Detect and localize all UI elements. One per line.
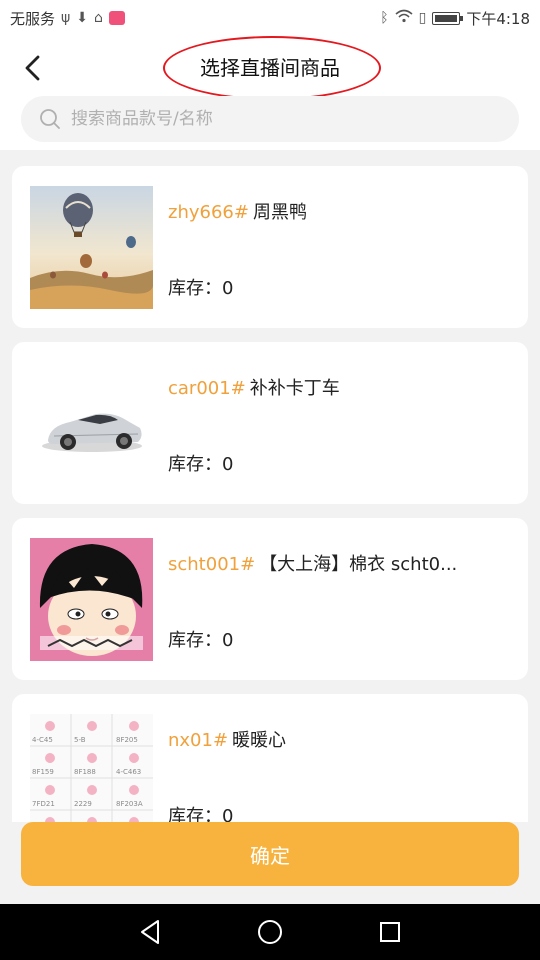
- bottom-spacer: [0, 888, 540, 904]
- product-title: 补补卡丁车: [249, 378, 340, 399]
- status-left: 无服务 ψ ⬇ ⌂: [10, 8, 125, 29]
- usb-icon: ψ: [61, 10, 71, 26]
- svg-text:7FD21: 7FD21: [32, 800, 55, 808]
- svg-text:8F159: 8F159: [32, 768, 54, 776]
- download-icon: ⬇: [76, 10, 88, 26]
- stock-value: 0: [222, 454, 234, 475]
- product-image-car: [30, 362, 153, 485]
- product-name: car001# 补补卡丁车: [168, 374, 508, 400]
- stock-value: 0: [222, 630, 234, 651]
- product-title: 暖暖心: [232, 730, 287, 751]
- header: 选择直播间商品: [0, 36, 540, 150]
- nav-back-button[interactable]: [130, 912, 170, 952]
- product-stock: 库存：0: [168, 450, 233, 476]
- product-name: nx01# 暖暖心: [168, 726, 508, 752]
- product-stock: 库存：0: [168, 274, 233, 300]
- product-card[interactable]: car001# 补补卡丁车 库存：0: [12, 342, 528, 504]
- nav-home-button[interactable]: [250, 912, 290, 952]
- product-card[interactable]: zhy666# 周黑鸭 库存：0: [12, 166, 528, 328]
- product-list: zhy666# 周黑鸭 库存：0 car001# 补补卡丁车 库存：0 scht…: [12, 166, 528, 822]
- product-stock: 库存：0: [168, 626, 233, 652]
- product-code: nx01#: [168, 730, 229, 751]
- stock-label: 库存：: [168, 278, 222, 299]
- svg-text:8F205: 8F205: [116, 736, 138, 744]
- product-title: 【大上海】棉衣 scht0...: [259, 554, 458, 575]
- stock-value: 0: [222, 278, 234, 299]
- confirm-button[interactable]: 确定: [21, 822, 519, 886]
- carrier-text: 无服务: [10, 9, 56, 28]
- product-card[interactable]: 4-C45 5-B 8F205 8F159 8F188 4-C463 7FD21 2229…: [12, 694, 528, 822]
- search-input[interactable]: [69, 108, 473, 130]
- system-nav-bar: [0, 904, 540, 960]
- product-image-balloons: [30, 186, 153, 309]
- product-code: car001#: [168, 378, 246, 399]
- product-stock: 库存：0: [168, 802, 233, 822]
- product-card[interactable]: scht001# 【大上海】棉衣 scht0... 库存：0: [12, 518, 528, 680]
- notification-icon: ⌂: [94, 10, 103, 26]
- svg-text:4-C45: 4-C45: [32, 736, 53, 744]
- app-notification-icon: [108, 11, 125, 25]
- stock-label: 库存：: [168, 806, 222, 822]
- sim-icon: ▯: [418, 10, 427, 26]
- stock-label: 库存：: [168, 454, 222, 475]
- product-name: scht001# 【大上海】棉衣 scht0...: [168, 550, 508, 576]
- svg-text:5-B: 5-B: [74, 736, 86, 744]
- circle-home-icon: [258, 920, 282, 944]
- search-icon: [40, 109, 60, 129]
- status-bar: 无服务 ψ ⬇ ⌂ ᛒ ▯ 下午4:18: [0, 0, 540, 36]
- battery-icon: [432, 11, 464, 25]
- product-title: 周黑鸭: [252, 202, 307, 223]
- wifi-icon: [395, 9, 413, 27]
- status-right: ᛒ ▯ 下午4:18: [380, 8, 530, 29]
- stock-value: 0: [222, 806, 234, 822]
- stock-label: 库存：: [168, 630, 222, 651]
- product-code: zhy666#: [168, 202, 249, 223]
- svg-text:4-C463: 4-C463: [116, 768, 141, 776]
- triangle-back-icon: [141, 920, 159, 944]
- product-code: scht001#: [168, 554, 256, 575]
- page-title: 选择直播间商品: [200, 56, 340, 80]
- svg-text:2229: 2229: [74, 800, 92, 808]
- svg-text:8F203A: 8F203A: [116, 800, 143, 808]
- square-recents-icon: [380, 922, 400, 942]
- product-name: zhy666# 周黑鸭: [168, 198, 508, 224]
- svg-text:8F188: 8F188: [74, 768, 96, 776]
- nav-recents-button[interactable]: [370, 912, 410, 952]
- clock-text: 下午4:18: [466, 9, 530, 28]
- product-image-label-sheet: 4-C45 5-B 8F205 8F159 8F188 4-C463 7FD21 2229…: [30, 714, 153, 822]
- search-bar[interactable]: [21, 96, 519, 142]
- bluetooth-icon: ᛒ: [380, 10, 389, 26]
- product-image-cartoon: [30, 538, 153, 661]
